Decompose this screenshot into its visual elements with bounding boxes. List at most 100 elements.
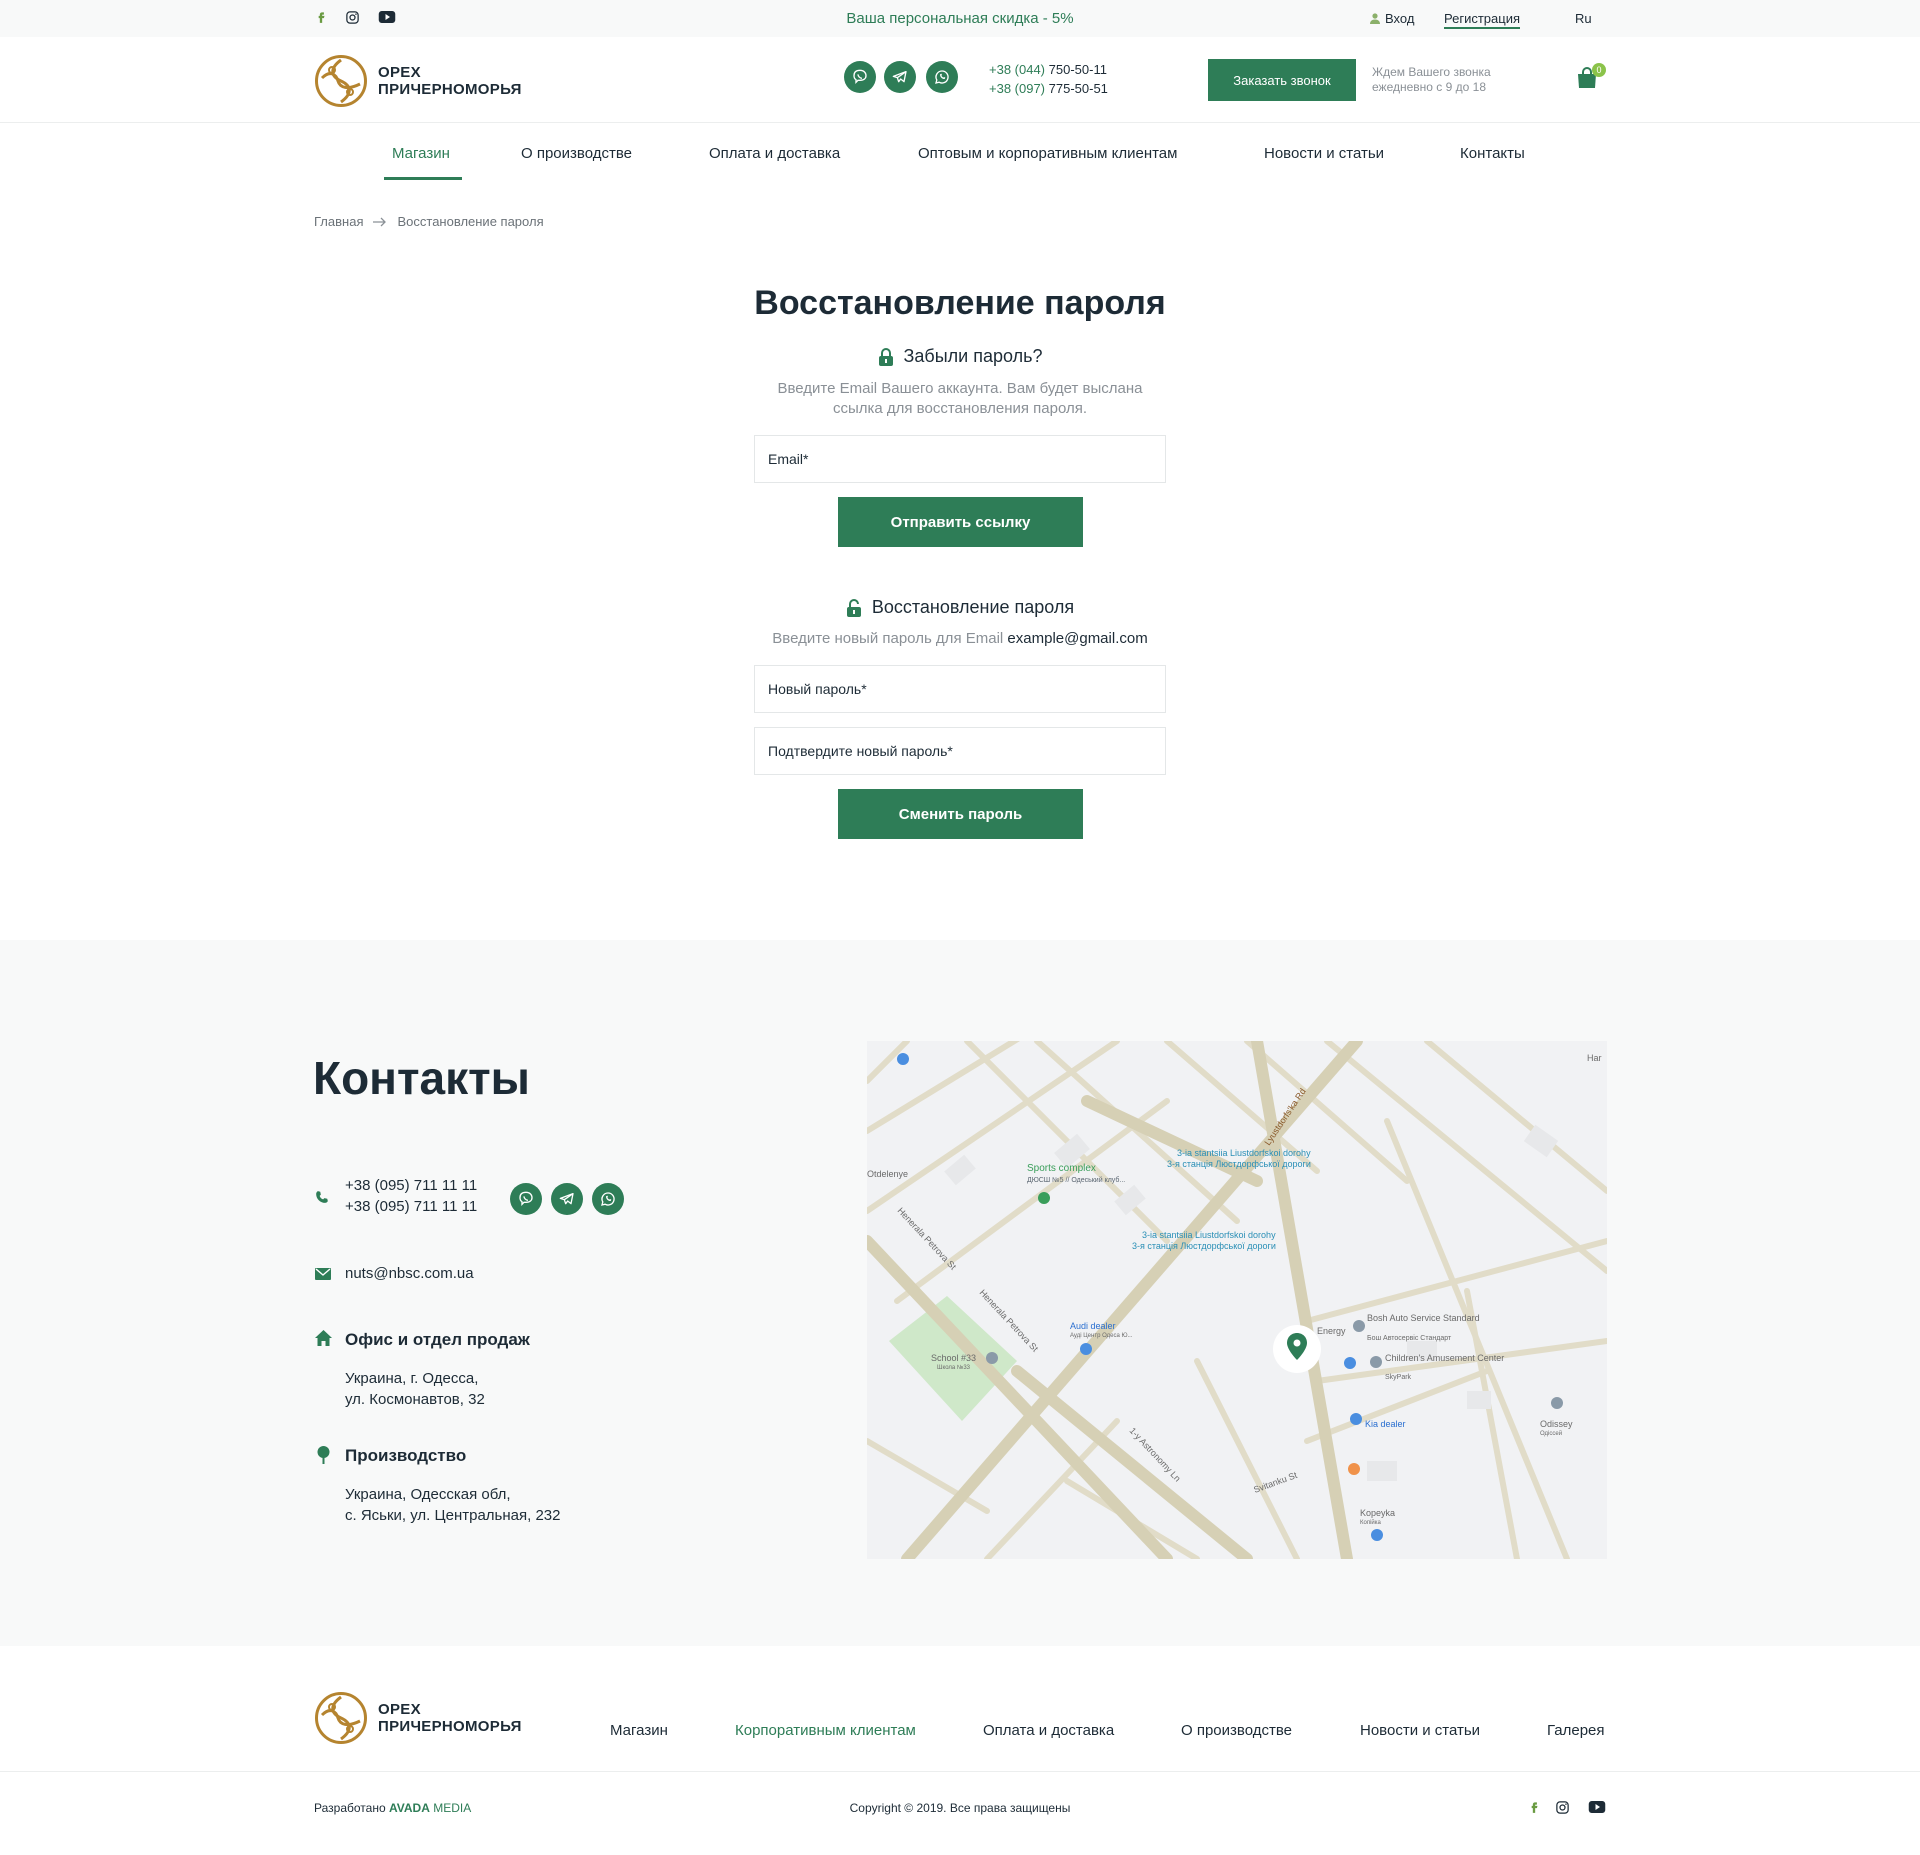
telegram-icon: [892, 71, 907, 83]
footer-nav-gallery[interactable]: Галерея: [1547, 1722, 1605, 1739]
footer-facebook-link[interactable]: [1527, 1800, 1541, 1814]
map-label-bosh: Bosh Auto Service Standard: [1367, 1313, 1480, 1323]
breadcrumb-current: Восстановление пароля: [397, 214, 544, 229]
nav-item-wholesale[interactable]: Оптовым и корпоративным клиентам: [918, 145, 1177, 162]
viber-button[interactable]: [844, 61, 876, 93]
discount-banner: Ваша персональная скидка - 5%: [846, 10, 1074, 27]
map-label-kia: Kia dealer: [1365, 1419, 1406, 1429]
contact-email[interactable]: nuts@nbsc.com.ua: [345, 1263, 474, 1284]
whatsapp-button[interactable]: [926, 61, 958, 93]
map-label-har: Har: [1587, 1053, 1602, 1063]
footer-nav-payment-delivery[interactable]: Оплата и доставка: [983, 1722, 1114, 1739]
map-label-audi: Audi dealer: [1070, 1321, 1116, 1331]
footer-youtube-link[interactable]: [1588, 1800, 1606, 1814]
home-icon: [315, 1330, 332, 1346]
map-label-odissey: Odissey: [1540, 1419, 1573, 1429]
telegram-icon: [559, 1193, 574, 1205]
map-label-sports: Sports complex: [1027, 1163, 1096, 1174]
user-icon: [1370, 13, 1380, 24]
reset-password-title: Восстановление пароля: [871, 597, 1075, 617]
change-password-button[interactable]: Сменить пароль: [838, 789, 1083, 839]
cart-count-badge: 0: [1592, 63, 1606, 77]
mail-icon: [315, 1268, 331, 1280]
top-bar: Ваша персональная скидка - 5% Вход Регис…: [0, 0, 1920, 37]
contacts-title: Контакты: [313, 1052, 530, 1104]
forgot-password-heading: Забыли пароль?: [0, 346, 1920, 367]
reset-password-hint: Введите новый пароль для Email example@g…: [772, 630, 1148, 647]
language-switch[interactable]: Ru: [1575, 11, 1592, 26]
confirm-password-field[interactable]: [754, 727, 1166, 775]
telegram-button[interactable]: [884, 61, 916, 93]
contact-phone-2[interactable]: +38 (095) 711 11 11: [345, 1196, 477, 1217]
map-label-school-sub: Школа №33: [937, 1364, 971, 1371]
unlock-icon: [846, 598, 861, 617]
nav-item-production[interactable]: О производстве: [521, 145, 632, 162]
new-password-field[interactable]: [754, 665, 1166, 713]
reset-password-heading: Восстановление пароля: [0, 597, 1920, 618]
nav-item-shop[interactable]: Магазин: [392, 145, 450, 162]
contact-whatsapp-button[interactable]: [592, 1183, 624, 1215]
production-address: Украина, Одесская обл, с. Яськи, ул. Цен…: [345, 1486, 561, 1524]
arrow-right-icon: [373, 217, 387, 226]
footer-instagram-link[interactable]: [1555, 1800, 1570, 1815]
map-label-bosh-sub: Бош Автосервіс Стандарт: [1367, 1334, 1452, 1342]
nav-item-contacts[interactable]: Контакты: [1460, 145, 1525, 162]
breadcrumb-home[interactable]: Главная: [314, 214, 363, 229]
breadcrumb: Главная Восстановление пароля: [314, 214, 544, 229]
call-note: Ждем Вашего звонка ежедневно с 9 до 18: [1372, 65, 1491, 94]
lock-icon: [878, 347, 893, 366]
login-link[interactable]: Вход: [1370, 11, 1414, 26]
walnut-logo-icon: [315, 1692, 367, 1744]
youtube-icon: [1588, 1801, 1606, 1813]
send-link-button[interactable]: Отправить ссылку: [838, 497, 1083, 547]
map-label-station1: 3-ia stantsiia Liustdorfskoi dorohy: [1177, 1148, 1311, 1158]
footer-nav-shop[interactable]: Магазин: [610, 1722, 668, 1739]
contact-phones: +38 (095) 711 11 11 +38 (095) 711 11 11: [345, 1175, 477, 1217]
register-link[interactable]: Регистрация: [1444, 11, 1520, 29]
main-nav: Магазин О производстве Оплата и доставка…: [0, 124, 1920, 180]
forgot-password-title: Забыли пароль?: [903, 346, 1043, 366]
map-label-station1-sub: 3-я станція Люстдорфської дороги: [1167, 1159, 1311, 1169]
footer-nav-corporate[interactable]: Корпоративным клиентам: [735, 1722, 916, 1739]
logo-line1: ОРЕХ: [378, 64, 421, 81]
footer-logo-line2: ПРИЧЕРНОМОРЬЯ: [378, 1718, 522, 1735]
facebook-icon: [1531, 1802, 1538, 1813]
contact-telegram-button[interactable]: [551, 1183, 583, 1215]
footer-logo-line1: ОРЕХ: [378, 1701, 421, 1718]
cart-button[interactable]: 0: [1576, 63, 1606, 89]
order-call-button[interactable]: Заказать звонок: [1208, 59, 1356, 101]
office-address: Украина, г. Одесса, ул. Космонавтов, 32: [345, 1370, 485, 1408]
nav-active-underline: [384, 177, 462, 180]
logo-line2: ПРИЧЕРНОМОРЬЯ: [378, 81, 522, 98]
email-field[interactable]: [754, 435, 1166, 483]
logo[interactable]: ОРЕХ ПРИЧЕРНОМОРЬЯ: [314, 54, 522, 108]
contact-phone-1[interactable]: +38 (095) 711 11 11: [345, 1175, 477, 1196]
tree-icon: [317, 1446, 330, 1464]
header-phone-2[interactable]: +38 (097) 775-50-51: [989, 79, 1108, 98]
map-label-station2-sub: 3-я станція Люстдорфської дороги: [1132, 1241, 1276, 1251]
map-location-marker[interactable]: [1273, 1325, 1321, 1373]
footer-nav-production[interactable]: О производстве: [1181, 1722, 1292, 1739]
header-phone-1[interactable]: +38 (044) 750-50-11: [989, 60, 1108, 79]
nav-item-news[interactable]: Новости и статьи: [1264, 145, 1384, 162]
page-title: Восстановление пароля: [754, 284, 1166, 322]
phone-icon: [316, 1191, 328, 1203]
viber-icon: [519, 1191, 533, 1206]
contact-viber-button[interactable]: [510, 1183, 542, 1215]
login-label: Вход: [1385, 11, 1415, 26]
header-phones: +38 (044) 750-50-11 +38 (097) 775-50-51: [989, 60, 1108, 98]
map-label-audi-sub: Ауді Центр Одеса Ю...: [1070, 1333, 1133, 1339]
instagram-icon: [1556, 1801, 1569, 1814]
nav-item-payment-delivery[interactable]: Оплата и доставка: [709, 145, 840, 162]
footer-nav-news[interactable]: Новости и статьи: [1360, 1722, 1480, 1739]
location-map[interactable]: Sports complex ДЮСШ №5 // Одеський клуб.…: [867, 1041, 1607, 1559]
map-label-kopeyka: Kopeyka: [1360, 1508, 1395, 1518]
map-label-sports-sub: ДЮСШ №5 // Одеський клуб...: [1027, 1176, 1125, 1184]
walnut-logo-icon: [315, 55, 367, 107]
map-label-station2: 3-ia stantsiia Liustdorfskoi dorohy: [1142, 1230, 1276, 1240]
map-label-energy: Energy: [1317, 1326, 1346, 1336]
whatsapp-icon: [601, 1192, 615, 1206]
forgot-password-hint: Введите Email Вашего аккаунта. Вам будет…: [777, 380, 1143, 417]
whatsapp-icon: [935, 70, 949, 84]
footer-logo[interactable]: ОРЕХ ПРИЧЕРНОМОРЬЯ: [314, 1691, 522, 1745]
